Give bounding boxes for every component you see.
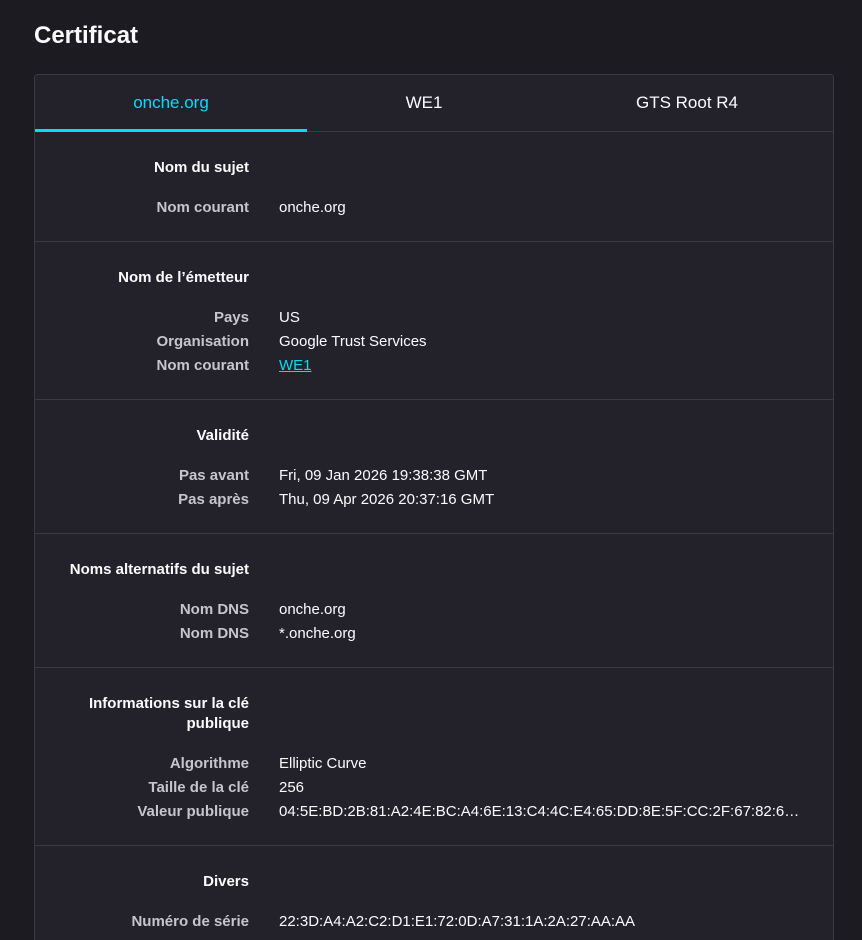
row-label: Nom DNS: [179, 624, 249, 642]
row-value: 256: [279, 778, 305, 796]
row-value: 22:3D:A4:A2:C2:D1:E1:72:0D:A7:31:1A:2A:2…: [279, 912, 636, 930]
section-title: Nom de l’émetteur: [118, 269, 249, 286]
issuer-common-name-link[interactable]: WE1: [279, 357, 312, 374]
info-row: Taille de la clé 256: [35, 775, 833, 799]
page-title: Certificat: [34, 22, 139, 49]
section-title: Validité: [196, 427, 249, 444]
info-row: Nom courant WE1: [35, 353, 833, 377]
info-row: Nom DNS onche.org: [35, 597, 833, 621]
row-value: onche.org: [279, 198, 346, 216]
row-label: Valeur publique: [137, 802, 249, 820]
row-label: Pas après: [178, 490, 249, 508]
info-row: Nom DNS *.onche.org: [35, 621, 833, 645]
row-label: Pays: [213, 308, 249, 326]
validity-section: Validité Pas avant Fri, 09 Jan 2026 19:3…: [35, 400, 833, 534]
row-value: onche.org: [279, 600, 346, 618]
row-value: US: [279, 308, 300, 326]
info-row: Numéro de série 22:3D:A4:A2:C2:D1:E1:72:…: [35, 909, 833, 933]
issuer-name-section: Nom de l’émetteur Pays US Organisation G…: [35, 242, 833, 400]
row-value: Thu, 09 Apr 2026 20:37:16 GMT: [279, 490, 495, 508]
row-label: Algorithme: [169, 754, 249, 772]
misc-section: Divers Numéro de série 22:3D:A4:A2:C2:D1…: [35, 846, 833, 940]
row-value: Google Trust Services: [279, 332, 427, 350]
tab-gts-root-r4[interactable]: GTS Root R4: [541, 75, 833, 131]
row-label: Nom DNS: [179, 600, 249, 618]
info-row: Valeur publique 04:5E:BD:2B:81:A2:4E:BC:…: [35, 799, 833, 823]
info-row: Algorithme Elliptic Curve: [35, 751, 833, 775]
section-title: Noms alternatifs du sujet: [69, 561, 249, 578]
row-value: Elliptic Curve: [279, 754, 367, 772]
row-value: Fri, 09 Jan 2026 19:38:38 GMT: [279, 466, 488, 484]
section-title-line: publique: [186, 715, 250, 732]
section-title: Divers: [203, 873, 249, 890]
row-label: Taille de la clé: [148, 778, 249, 796]
certificate-tabs: onche.org WE1 GTS Root R4: [35, 75, 833, 132]
row-label: Nom courant: [156, 198, 249, 216]
subject-name-section: Nom du sujet Nom courant onche.org: [35, 132, 833, 242]
info-row: Pas avant Fri, 09 Jan 2026 19:38:38 GMT: [35, 463, 833, 487]
section-title: Informations sur la clé publique: [35, 694, 249, 734]
row-label: Pas avant: [178, 466, 249, 484]
tab-we1[interactable]: WE1: [307, 75, 541, 131]
row-value: *.onche.org: [279, 624, 356, 642]
public-key-info-section: Informations sur la clé publique Algorit…: [35, 668, 833, 846]
info-row: Nom courant onche.org: [35, 195, 833, 219]
row-label: Numéro de série: [131, 912, 249, 930]
subject-alt-names-section: Noms alternatifs du sujet Nom DNS onche.…: [35, 534, 833, 668]
info-row: Pays US: [35, 305, 833, 329]
row-label: Organisation: [156, 332, 249, 350]
row-label: Nom courant: [156, 356, 249, 374]
info-row: Pas après Thu, 09 Apr 2026 20:37:16 GMT: [35, 487, 833, 511]
row-value: WE1: [279, 357, 312, 374]
certificate-panel: onche.org WE1 GTS Root R4 Nom du sujet N…: [34, 74, 834, 940]
row-value: 04:5E:BD:2B:81:A2:4E:BC:A4:6E:13:C4:4C:E…: [279, 802, 804, 820]
certificate-viewer-page: Certificat onche.org WE1 GTS Root R4 Nom…: [0, 0, 862, 940]
tab-onche-org[interactable]: onche.org: [35, 75, 307, 132]
section-title: Nom du sujet: [153, 159, 249, 176]
info-row: Organisation Google Trust Services: [35, 329, 833, 353]
section-title-line: Informations sur la clé: [88, 695, 249, 712]
